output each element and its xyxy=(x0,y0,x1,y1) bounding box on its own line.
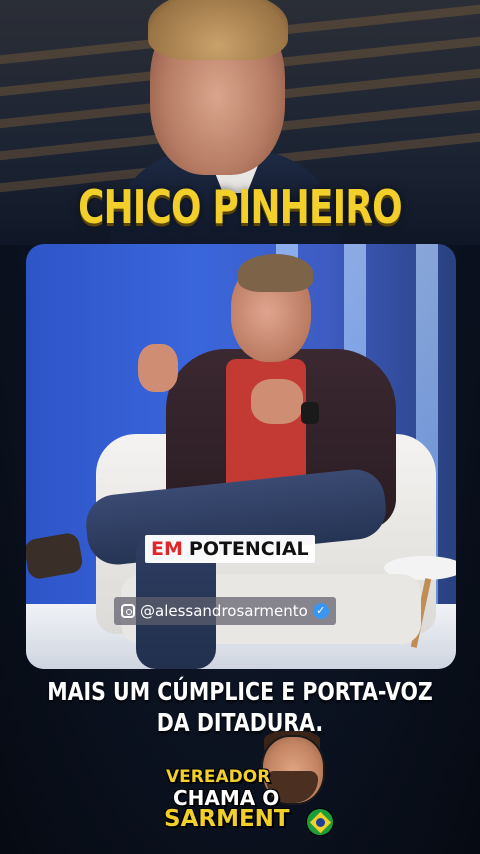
watermark-handle: @alessandrosarmento xyxy=(140,602,308,620)
creator-watermark: @alessandrosarmento ✓ xyxy=(114,597,336,625)
watch-icon xyxy=(301,402,319,424)
brand-logo: VEREADOR CHAMA O SARMENT xyxy=(158,731,338,836)
video-subtitle: EM POTENCIAL xyxy=(145,535,315,563)
subtitle-highlight-word: EM xyxy=(151,538,183,560)
page-title: CHICO PINHEIRO xyxy=(78,180,403,234)
speaker-shoe xyxy=(26,531,85,581)
subtitle-text: POTENCIAL xyxy=(188,538,309,560)
speaker-left-hand xyxy=(138,344,178,392)
brazil-flag-icon xyxy=(306,808,334,836)
instagram-icon xyxy=(121,604,135,618)
post-caption: MAIS UM CÚMPLICE E PORTA-VOZ DA DITADURA… xyxy=(43,676,437,738)
speaker-hair xyxy=(238,254,313,292)
caption-line-2: DA DITADURA. xyxy=(156,708,324,737)
speaker-right-hand xyxy=(251,379,303,424)
brand-line-1: VEREADOR xyxy=(166,767,271,787)
verified-badge-icon: ✓ xyxy=(312,603,329,619)
portrait-hair xyxy=(148,0,288,60)
caption-line-1: MAIS UM CÚMPLICE E PORTA-VOZ xyxy=(47,677,433,706)
brand-line-3: SARMENT xyxy=(164,806,290,832)
